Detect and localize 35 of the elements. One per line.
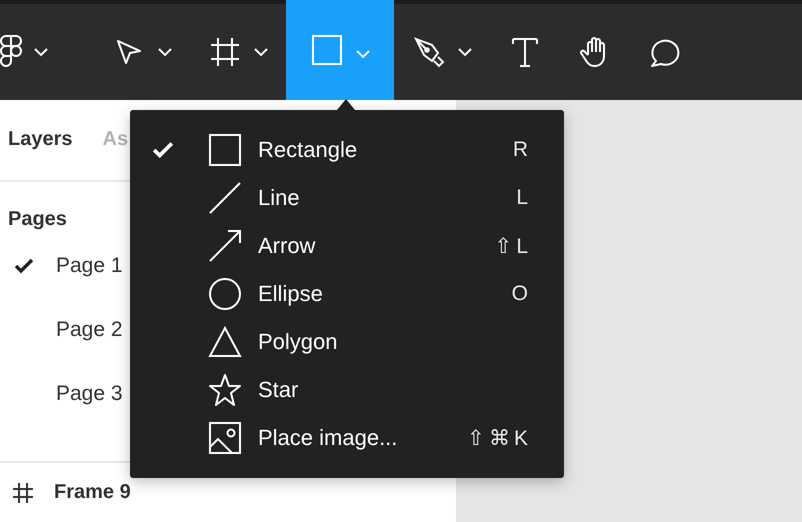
rectangle-icon [208,133,242,167]
layer-item[interactable]: Frame 9 [54,481,131,504]
star-icon [208,373,242,407]
chevron-icon [158,48,172,56]
frame-icon [208,35,242,69]
menu-item[interactable]: Place image... [258,425,398,451]
page-item[interactable]: Page 1 [56,254,123,278]
page-item[interactable]: Page 2 [56,318,123,342]
shortcut-text: ⇧L [494,234,532,258]
shortcut-text: O [512,282,532,306]
shortcut-text: ⇧⌘K [466,426,532,450]
triangle-icon [208,325,242,359]
chevron-icon [356,50,370,58]
menu-item[interactable]: Ellipse [258,281,323,307]
shortcut-text: R [512,138,532,162]
rectangle-icon [310,33,344,67]
frame-icon [12,482,34,504]
menu-item[interactable]: Star [258,377,298,403]
page-item[interactable]: Page 3 [56,382,123,406]
chevron-icon [254,48,268,56]
line-icon [208,181,242,215]
logo-icon [0,35,22,69]
arrow-icon [208,229,242,263]
panel-tab[interactable]: Layers [8,128,72,152]
pen-icon [412,35,446,69]
menu-item[interactable]: Polygon [258,329,338,355]
chevron-icon [34,48,48,56]
shortcut-text: L [516,186,532,210]
menu-item[interactable]: Rectangle [258,137,358,163]
ellipse-icon [208,277,242,311]
section-title: Pages [7,206,68,232]
chevron-icon [458,48,472,56]
image-icon [208,421,242,455]
menu-item[interactable]: Arrow [258,233,316,259]
menu-item[interactable]: Line [258,185,300,211]
